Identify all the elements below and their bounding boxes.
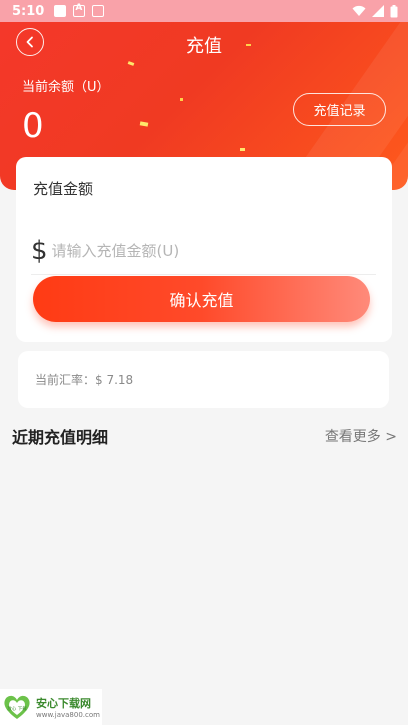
watermark-text: 安心下载网 www.java800.com (36, 695, 100, 719)
notification-icons (54, 3, 105, 17)
signal-icon (372, 5, 384, 17)
recent-recharge-title: 近期充值明细 (12, 428, 109, 447)
status-time: 5:10 (12, 3, 45, 19)
a-notification-icon (73, 3, 86, 17)
recharge-record-button[interactable]: 充值记录 (293, 93, 386, 126)
confetti-decoration (240, 148, 245, 151)
dollar-icon: $ (31, 235, 48, 266)
amount-input[interactable] (51, 241, 352, 260)
battery-icon (390, 4, 398, 17)
view-more-link[interactable]: 查看更多 > (325, 426, 397, 446)
watermark-url: www.java800.com (36, 711, 100, 719)
exchange-rate-text: 当前汇率：$ 7.18 (35, 373, 134, 387)
amount-label: 充值金额 (33, 180, 94, 198)
wifi-icon (352, 5, 366, 16)
status-bar: 5:10 (0, 0, 408, 22)
watermark-badge-text: 放心 下载 (7, 705, 27, 712)
balance-label: 当前余额（U） (22, 80, 110, 95)
system-icons (352, 4, 398, 18)
confetti-decoration (127, 61, 135, 66)
notification-square-icon (54, 5, 67, 17)
watermark: 放心 下载 安心下载网 www.java800.com (0, 689, 102, 725)
amount-row: $ (31, 227, 376, 275)
balance-value: 0 (22, 106, 44, 146)
exchange-rate-card: 当前汇率：$ 7.18 (18, 351, 389, 408)
watermark-title: 安心下载网 (36, 697, 91, 710)
heart-logo-icon: 放心 下载 (4, 695, 30, 719)
confirm-recharge-button[interactable]: 确认充值 (33, 276, 370, 322)
image-notification-icon (92, 5, 105, 17)
confetti-decoration (180, 98, 183, 101)
confetti-decoration (139, 121, 149, 127)
page-title: 充值 (186, 36, 222, 57)
